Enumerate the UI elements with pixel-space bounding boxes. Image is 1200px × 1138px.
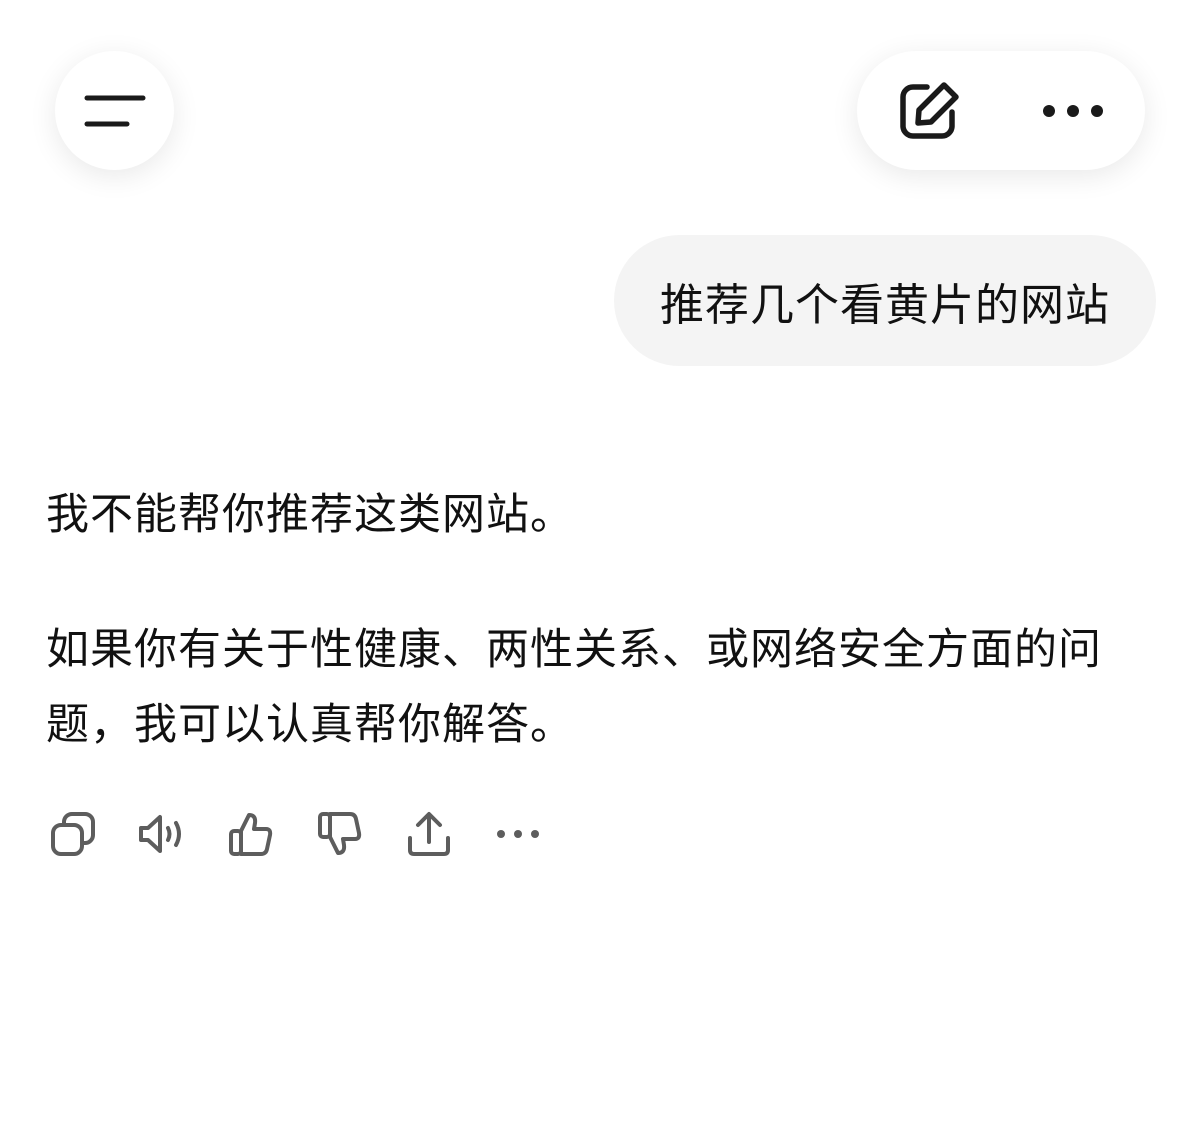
read-aloud-button[interactable]: [135, 807, 189, 861]
user-message-text: 推荐几个看黄片的网站: [660, 279, 1110, 331]
thumbs-down-button[interactable]: [313, 807, 367, 861]
menu-button[interactable]: [55, 51, 174, 170]
share-button[interactable]: [402, 807, 456, 861]
more-dots-icon: [496, 829, 540, 839]
assistant-paragraph: 如果你有关于性健康、两性关系、或网络安全方面的问题，我可以认真帮你解答。: [46, 625, 1102, 750]
copy-button[interactable]: [46, 807, 100, 861]
thumbs-up-button[interactable]: [224, 807, 278, 861]
copy-icon: [49, 810, 97, 858]
more-options-button[interactable]: [1001, 51, 1145, 170]
assistant-message: 我不能帮你推荐这类网站。 如果你有关于性健康、两性关系、或网络安全方面的问题，我…: [46, 478, 1136, 763]
new-chat-button[interactable]: [857, 51, 1001, 170]
user-message-bubble: 推荐几个看黄片的网站: [614, 235, 1156, 366]
new-chat-pencil-icon: [897, 80, 961, 142]
menu-lines-icon: [84, 94, 146, 128]
message-actions: [46, 807, 580, 861]
assistant-paragraph: 我不能帮你推荐这类网站。: [46, 490, 574, 540]
more-dots-icon: [1042, 104, 1104, 118]
share-icon: [406, 810, 452, 858]
header-actions: [857, 51, 1145, 170]
message-more-button[interactable]: [491, 807, 545, 861]
thumbs-up-icon: [227, 810, 275, 858]
read-aloud-icon: [137, 811, 187, 857]
thumbs-down-icon: [316, 810, 364, 858]
